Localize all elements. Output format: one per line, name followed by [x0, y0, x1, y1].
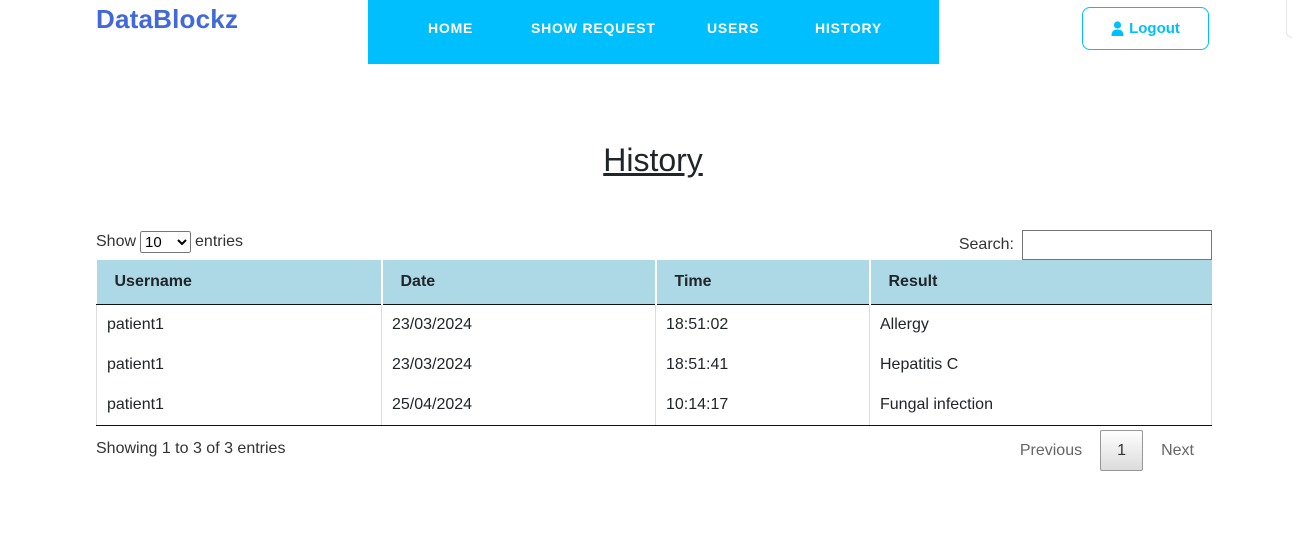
table-header-row: Username Date Time Result — [96, 260, 1212, 305]
cell-time: 10:14:17 — [655, 385, 870, 426]
page-title: History — [603, 142, 703, 178]
page-1-button[interactable]: 1 — [1100, 430, 1144, 471]
nav-history[interactable]: HISTORY — [815, 20, 882, 36]
previous-button[interactable]: Previous — [1002, 442, 1100, 460]
cell-time: 18:51:41 — [655, 345, 870, 385]
cell-date: 23/03/2024 — [381, 345, 656, 385]
page-length-select[interactable]: 10 — [140, 231, 192, 253]
cell-time: 18:51:02 — [655, 304, 870, 345]
col-username[interactable]: Username — [96, 260, 383, 305]
user-icon — [1111, 21, 1124, 36]
entries-label: entries — [195, 233, 244, 250]
logout-label: Logout — [1129, 20, 1180, 37]
col-time[interactable]: Time — [655, 260, 871, 305]
col-result[interactable]: Result — [869, 260, 1212, 305]
history-table: Username Date Time Result patient1 23/03… — [96, 260, 1212, 426]
cell-username: patient1 — [96, 385, 382, 426]
cell-result: Hepatitis C — [869, 345, 1212, 385]
cell-date: 23/03/2024 — [381, 304, 656, 345]
logout-button[interactable]: Logout — [1082, 7, 1209, 50]
cell-date: 25/04/2024 — [381, 385, 656, 426]
search-control: Search: — [959, 230, 1212, 260]
show-label: Show — [96, 233, 137, 250]
nav-home[interactable]: HOME — [428, 20, 473, 36]
search-label: Search: — [958, 236, 1014, 253]
cell-username: patient1 — [96, 345, 382, 385]
table-row: patient1 23/03/2024 18:51:02 Allergy — [96, 304, 1212, 345]
brand-logo[interactable]: DataBlockz — [96, 4, 238, 35]
cell-username: patient1 — [96, 304, 382, 345]
edge-decoration — [1286, 0, 1292, 38]
table-info: Showing 1 to 3 of 3 entries — [96, 440, 286, 457]
nav-users[interactable]: USERS — [707, 20, 759, 36]
cell-result: Fungal infection — [869, 385, 1212, 426]
main-navbar: HOME SHOW REQUEST USERS HISTORY — [368, 0, 939, 64]
nav-show-request[interactable]: SHOW REQUEST — [531, 20, 656, 36]
search-input[interactable] — [1022, 230, 1212, 260]
cell-result: Allergy — [869, 304, 1212, 345]
col-date[interactable]: Date — [381, 260, 657, 305]
table-row: patient1 23/03/2024 18:51:41 Hepatitis C — [96, 345, 1212, 385]
next-button[interactable]: Next — [1143, 442, 1212, 460]
table-row: patient1 25/04/2024 10:14:17 Fungal infe… — [96, 385, 1212, 426]
entries-length-control: Show 10 entries — [96, 231, 243, 253]
pagination: Previous 1 Next — [1002, 430, 1212, 471]
